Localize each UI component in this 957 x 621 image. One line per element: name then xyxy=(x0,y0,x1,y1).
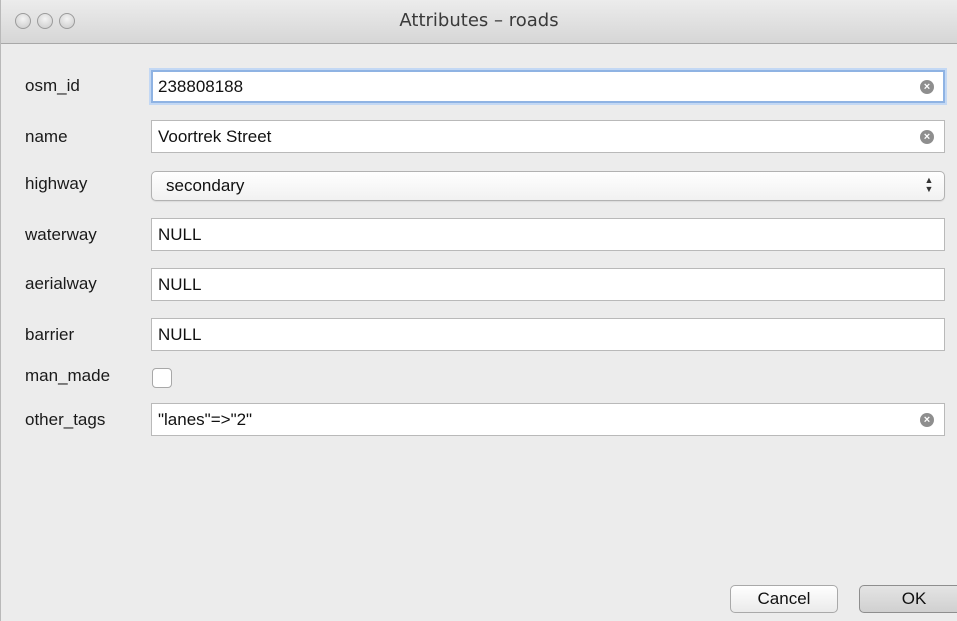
highway-select[interactable]: secondary ▲ ▼ xyxy=(151,171,945,201)
osm-id-value: 238808188 xyxy=(158,77,244,96)
osm-id-label: osm_id xyxy=(25,76,80,95)
updown-arrows-icon: ▲ ▼ xyxy=(924,175,934,194)
attributes-dialog: Attributes – roads osm_id 238808188 × na… xyxy=(0,0,957,621)
name-value: Voortrek Street xyxy=(158,127,272,146)
barrier-field[interactable]: NULL xyxy=(151,318,945,351)
man-made-label: man_made xyxy=(25,366,111,385)
aerialway-label: aerialway xyxy=(25,274,97,293)
highway-label: highway xyxy=(25,174,88,193)
cancel-button[interactable]: Cancel xyxy=(730,585,838,613)
other-tags-value: "lanes"=>"2" xyxy=(158,410,253,429)
barrier-value: NULL xyxy=(158,325,202,344)
osm-id-field[interactable]: 238808188 × xyxy=(151,70,945,103)
other-tags-field[interactable]: "lanes"=>"2" × xyxy=(151,403,945,436)
window-title: Attributes – roads xyxy=(399,10,559,31)
name-label: name xyxy=(25,127,68,146)
title-bar: Attributes – roads xyxy=(1,0,957,44)
man-made-checkbox[interactable] xyxy=(152,368,172,388)
aerialway-field[interactable]: NULL xyxy=(151,268,945,301)
barrier-label: barrier xyxy=(25,325,75,344)
clear-icon[interactable]: × xyxy=(920,413,934,427)
highway-value: secondary xyxy=(166,176,245,195)
waterway-label: waterway xyxy=(25,225,97,244)
aerialway-value: NULL xyxy=(158,275,202,294)
clear-icon[interactable]: × xyxy=(920,80,934,94)
name-field[interactable]: Voortrek Street × xyxy=(151,120,945,153)
waterway-field[interactable]: NULL xyxy=(151,218,945,251)
other-tags-label: other_tags xyxy=(25,410,106,429)
clear-icon[interactable]: × xyxy=(920,130,934,144)
ok-button[interactable]: OK xyxy=(859,585,957,613)
waterway-value: NULL xyxy=(158,225,202,244)
